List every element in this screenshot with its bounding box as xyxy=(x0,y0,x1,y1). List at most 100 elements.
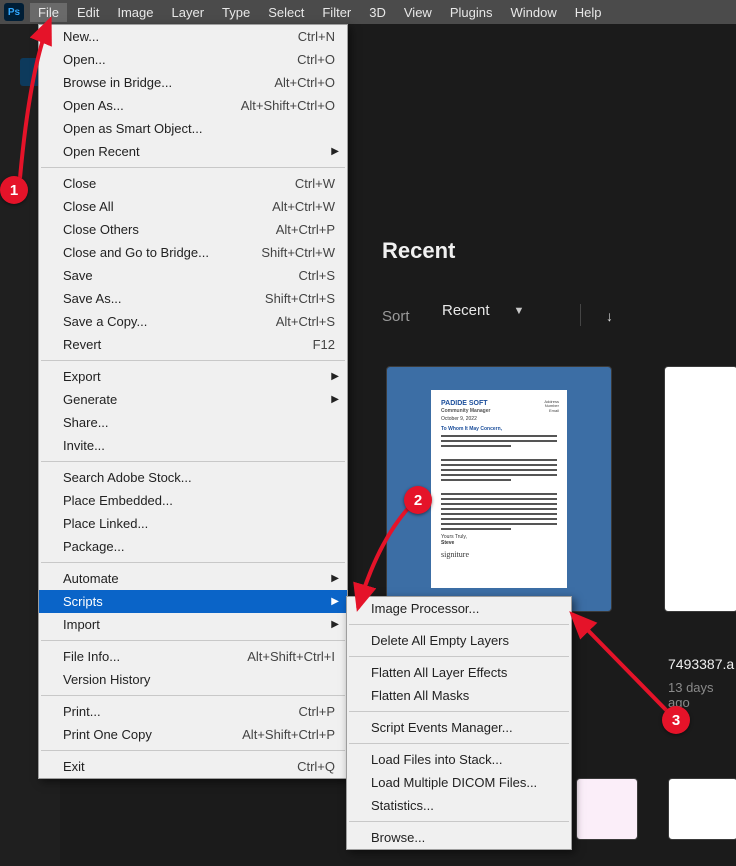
menubar-item-file[interactable]: File xyxy=(30,3,67,22)
scripts-menu-separator xyxy=(349,624,569,625)
file-menu-item-shortcut: Ctrl+P xyxy=(299,704,335,719)
file-menu-item-label: Save a Copy... xyxy=(63,314,276,329)
file-menu-item-19[interactable]: Invite... xyxy=(39,434,347,457)
file-menu-item-30[interactable]: File Info...Alt+Shift+Ctrl+I xyxy=(39,645,347,668)
file-menu-item-22[interactable]: Place Embedded... xyxy=(39,489,347,512)
file-menu-item-8[interactable]: Close AllAlt+Ctrl+W xyxy=(39,195,347,218)
file-menu-item-label: Close All xyxy=(63,199,272,214)
scripts-menu-item-9[interactable]: Load Files into Stack... xyxy=(347,748,571,771)
sort-dropdown[interactable]: Recent ▼ xyxy=(442,302,524,319)
menubar-item-type[interactable]: Type xyxy=(214,3,258,22)
file-menu-item-label: New... xyxy=(63,29,298,44)
file-menu-item-shortcut: Alt+Ctrl+P xyxy=(276,222,335,237)
recent-thumb-2[interactable] xyxy=(664,366,736,612)
file-menu-item-26[interactable]: Automate▶ xyxy=(39,567,347,590)
file-menu-item-shortcut: Shift+Ctrl+S xyxy=(265,291,335,306)
file-menu-item-label: Save xyxy=(63,268,299,283)
file-menu-item-3[interactable]: Open As...Alt+Shift+Ctrl+O xyxy=(39,94,347,117)
menubar-item-help[interactable]: Help xyxy=(567,3,610,22)
file-menu-item-2[interactable]: Browse in Bridge...Alt+Ctrl+O xyxy=(39,71,347,94)
sort-label: Sort xyxy=(382,308,410,325)
file-menu-item-0[interactable]: New...Ctrl+N xyxy=(39,25,347,48)
app-icon: Ps xyxy=(4,3,24,21)
file-menu-item-28[interactable]: Import▶ xyxy=(39,613,347,636)
file-menu-item-18[interactable]: Share... xyxy=(39,411,347,434)
recent-thumb-3[interactable] xyxy=(576,778,638,840)
file-menu-item-9[interactable]: Close OthersAlt+Ctrl+P xyxy=(39,218,347,241)
file-menu-item-label: Scripts xyxy=(63,594,335,609)
scripts-menu-item-10[interactable]: Load Multiple DICOM Files... xyxy=(347,771,571,794)
file-menu-item-21[interactable]: Search Adobe Stock... xyxy=(39,466,347,489)
scripts-menu-item-label: Flatten All Layer Effects xyxy=(371,665,559,680)
file-menu-item-shortcut: Alt+Ctrl+W xyxy=(272,199,335,214)
scripts-menu-item-0[interactable]: Image Processor... xyxy=(347,597,571,620)
scripts-menu-separator xyxy=(349,821,569,822)
file-menu-item-label: Open As... xyxy=(63,98,241,113)
file-menu-item-27[interactable]: Scripts▶ xyxy=(39,590,347,613)
scripts-menu-item-11[interactable]: Statistics... xyxy=(347,794,571,817)
file-menu-item-13[interactable]: Save a Copy...Alt+Ctrl+S xyxy=(39,310,347,333)
scripts-menu-item-2[interactable]: Delete All Empty Layers xyxy=(347,629,571,652)
file-menu-item-33[interactable]: Print...Ctrl+P xyxy=(39,700,347,723)
file-menu-item-36[interactable]: ExitCtrl+Q xyxy=(39,755,347,778)
scripts-menu-item-7[interactable]: Script Events Manager... xyxy=(347,716,571,739)
file-menu-item-10[interactable]: Close and Go to Bridge...Shift+Ctrl+W xyxy=(39,241,347,264)
scripts-menu-item-5[interactable]: Flatten All Masks xyxy=(347,684,571,707)
file-menu-item-label: Close Others xyxy=(63,222,276,237)
file-menu-item-label: Invite... xyxy=(63,438,335,453)
file-menu-item-label: Import xyxy=(63,617,335,632)
file-menu-item-1[interactable]: Open...Ctrl+O xyxy=(39,48,347,71)
file-menu-item-11[interactable]: SaveCtrl+S xyxy=(39,264,347,287)
file-menu-item-shortcut: Ctrl+O xyxy=(297,52,335,67)
file-menu-item-7[interactable]: CloseCtrl+W xyxy=(39,172,347,195)
scripts-menu-item-label: Image Processor... xyxy=(371,601,559,616)
submenu-arrow-icon: ▶ xyxy=(331,619,339,630)
scripts-menu-item-label: Browse... xyxy=(371,830,559,845)
menubar-item-select[interactable]: Select xyxy=(260,3,312,22)
file-menu-separator xyxy=(41,461,345,462)
submenu-arrow-icon: ▶ xyxy=(331,371,339,382)
file-menu-item-shortcut: F12 xyxy=(313,337,335,352)
menubar-item-3d[interactable]: 3D xyxy=(361,3,394,22)
file-menu-item-shortcut: Alt+Shift+Ctrl+O xyxy=(241,98,335,113)
file-menu-separator xyxy=(41,167,345,168)
file-menu-item-label: Save As... xyxy=(63,291,265,306)
scripts-menu-separator xyxy=(349,711,569,712)
step-badge-3: 3 xyxy=(662,706,690,734)
menubar-item-filter[interactable]: Filter xyxy=(314,3,359,22)
step-badge-1: 1 xyxy=(0,176,28,204)
file-menu-separator xyxy=(41,695,345,696)
file-menu-item-23[interactable]: Place Linked... xyxy=(39,512,347,535)
file-menu-item-31[interactable]: Version History xyxy=(39,668,347,691)
menubar-item-edit[interactable]: Edit xyxy=(69,3,107,22)
file-menu-item-16[interactable]: Export▶ xyxy=(39,365,347,388)
file-menu-item-24[interactable]: Package... xyxy=(39,535,347,558)
file-menu-item-5[interactable]: Open Recent▶ xyxy=(39,140,347,163)
file-menu-item-label: Place Embedded... xyxy=(63,493,335,508)
file-menu-item-label: Export xyxy=(63,369,335,384)
menubar-item-view[interactable]: View xyxy=(396,3,440,22)
scripts-menu-item-4[interactable]: Flatten All Layer Effects xyxy=(347,661,571,684)
file-menu-item-label: Print One Copy xyxy=(63,727,242,742)
file-menu-item-label: Version History xyxy=(63,672,335,687)
file-menu-item-14[interactable]: RevertF12 xyxy=(39,333,347,356)
scripts-menu-item-label: Statistics... xyxy=(371,798,559,813)
sort-direction-button[interactable]: ↓ xyxy=(606,308,613,324)
file-menu-item-label: Exit xyxy=(63,759,297,774)
file-menu-item-label: Search Adobe Stock... xyxy=(63,470,335,485)
menubar-item-window[interactable]: Window xyxy=(502,3,564,22)
menubar-item-layer[interactable]: Layer xyxy=(164,3,213,22)
file-menu-item-label: Open... xyxy=(63,52,297,67)
file-menu-item-17[interactable]: Generate▶ xyxy=(39,388,347,411)
file-menu-item-shortcut: Ctrl+W xyxy=(295,176,335,191)
recent-thumb-4[interactable] xyxy=(668,778,736,840)
document-preview: Address Number Email PADIDE SOFT Communi… xyxy=(431,390,567,588)
menubar-item-plugins[interactable]: Plugins xyxy=(442,3,501,22)
menubar-item-image[interactable]: Image xyxy=(109,3,161,22)
scripts-menu-item-13[interactable]: Browse... xyxy=(347,826,571,849)
file-menu-item-4[interactable]: Open as Smart Object... xyxy=(39,117,347,140)
file-menu-item-label: Share... xyxy=(63,415,335,430)
file-menu-item-12[interactable]: Save As...Shift+Ctrl+S xyxy=(39,287,347,310)
file-menu-item-34[interactable]: Print One CopyAlt+Shift+Ctrl+P xyxy=(39,723,347,746)
sort-value: Recent xyxy=(442,302,490,319)
